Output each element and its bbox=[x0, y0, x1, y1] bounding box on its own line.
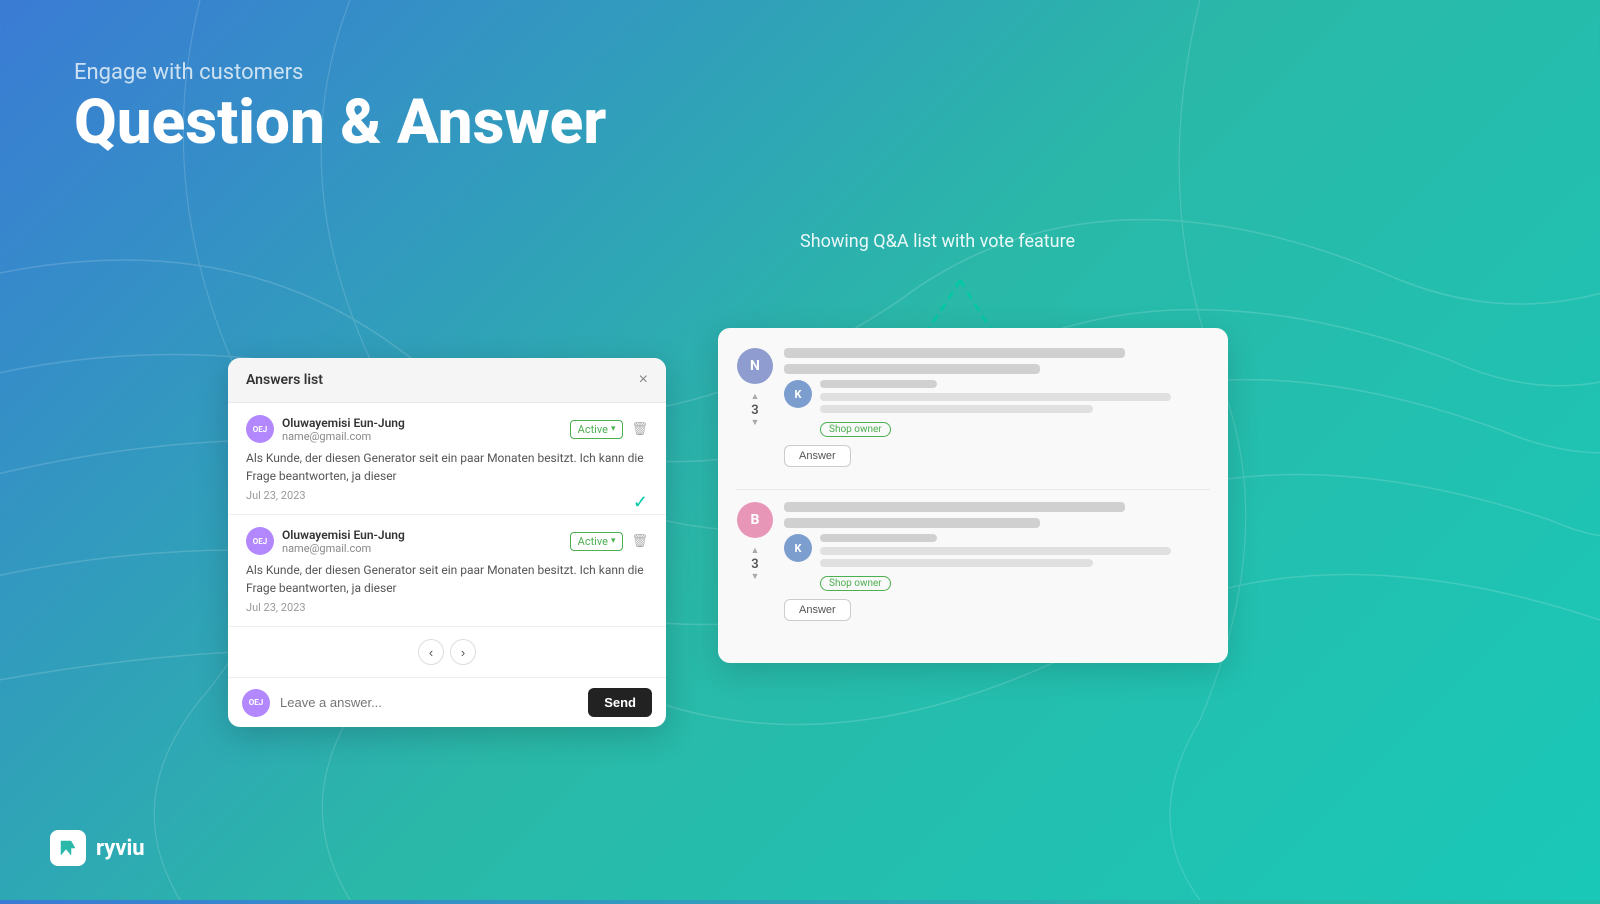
qa-answer-content: Shop owner bbox=[820, 380, 1210, 437]
answer-actions: Active ▾ 🗑 bbox=[570, 420, 648, 439]
engage-label: Engage with customers bbox=[74, 60, 606, 85]
qa-answer-row: K Shop owner bbox=[784, 380, 1210, 437]
prev-page-button[interactable]: ‹ bbox=[418, 639, 444, 665]
answer-text: Als Kunde, der diesen Generator seit ein… bbox=[246, 449, 648, 485]
answer-avatar: K bbox=[784, 380, 812, 408]
vote-down-icon[interactable]: ▼ bbox=[751, 418, 760, 429]
compose-avatar: OEJ bbox=[242, 689, 270, 717]
answer-date: Jul 23, 2023 bbox=[246, 489, 648, 502]
vote-up-icon[interactable]: ▲ bbox=[751, 392, 760, 403]
user-email: name@gmail.com bbox=[282, 430, 405, 443]
header-section: Engage with customers Question & Answer bbox=[74, 60, 606, 157]
answer-actions: Active ▾ 🗑 bbox=[570, 532, 648, 551]
status-badge[interactable]: Active ▾ bbox=[570, 532, 624, 551]
answer-user-info: OEJ Oluwayemisi Eun-Jung name@gmail.com bbox=[246, 415, 405, 443]
user-name: Oluwayemisi Eun-Jung bbox=[282, 416, 405, 430]
answer-date: Jul 23, 2023 bbox=[246, 601, 648, 614]
next-page-button[interactable]: › bbox=[450, 639, 476, 665]
vote-section: ▲ 3 ▼ bbox=[751, 546, 760, 583]
answers-modal: Answers list × OEJ Oluwayemisi Eun-Jung … bbox=[228, 358, 666, 727]
main-title: Question & Answer bbox=[74, 89, 606, 157]
avatar: B bbox=[737, 502, 773, 538]
user-name: Oluwayemisi Eun-Jung bbox=[282, 528, 405, 542]
avatar: OEJ bbox=[246, 415, 274, 443]
vote-down-icon[interactable]: ▼ bbox=[751, 572, 760, 583]
question-line bbox=[784, 518, 1040, 528]
compose-row: OEJ Send bbox=[228, 677, 666, 727]
shop-owner-badge: Shop owner bbox=[820, 576, 891, 591]
qa-content: K Shop owner Answer bbox=[784, 502, 1210, 621]
vote-count: 3 bbox=[751, 557, 758, 573]
answer-text: Als Kunde, der diesen Generator seit ein… bbox=[246, 561, 648, 597]
answer-item-header: OEJ Oluwayemisi Eun-Jung name@gmail.com … bbox=[246, 527, 648, 555]
question-line bbox=[784, 364, 1040, 374]
vote-up-icon[interactable]: ▲ bbox=[751, 546, 760, 557]
qa-content: K Shop owner Answer bbox=[784, 348, 1210, 467]
pagination: ‹ › bbox=[228, 627, 666, 677]
checkmark-icon: ✓ bbox=[633, 492, 648, 513]
answers-modal-header: Answers list × bbox=[228, 358, 666, 403]
answer-user-info: OEJ Oluwayemisi Eun-Jung name@gmail.com bbox=[246, 527, 405, 555]
answer-item: OEJ Oluwayemisi Eun-Jung name@gmail.com … bbox=[228, 515, 666, 627]
question-line bbox=[784, 348, 1125, 358]
logo-text: ryviu bbox=[96, 836, 145, 861]
qa-item: B ▲ 3 ▼ K Shop owner Answer bbox=[736, 502, 1210, 621]
answer-item-header: OEJ Oluwayemisi Eun-Jung name@gmail.com … bbox=[246, 415, 648, 443]
answers-modal-title: Answers list bbox=[246, 372, 323, 388]
answer-name-line bbox=[820, 380, 937, 388]
qa-item-left: N ▲ 3 ▼ bbox=[736, 348, 774, 467]
delete-icon[interactable]: 🗑 bbox=[631, 534, 648, 549]
avatar: OEJ bbox=[246, 527, 274, 555]
qa-panel: N ▲ 3 ▼ K Shop owner Answer bbox=[718, 328, 1228, 663]
annotation-text: Showing Q&A list with vote feature bbox=[800, 228, 1075, 255]
vote-section: ▲ 3 ▼ bbox=[751, 392, 760, 429]
qa-item: N ▲ 3 ▼ K Shop owner Answer bbox=[736, 348, 1210, 467]
answer-text-line bbox=[820, 547, 1171, 555]
answer-name-line bbox=[820, 534, 937, 542]
answer-avatar: K bbox=[784, 534, 812, 562]
logo-section: ryviu bbox=[50, 830, 145, 866]
answer-text-line bbox=[820, 559, 1093, 567]
logo-icon bbox=[50, 830, 86, 866]
qa-item-left: B ▲ 3 ▼ bbox=[736, 502, 774, 621]
user-email: name@gmail.com bbox=[282, 542, 405, 555]
answer-item: OEJ Oluwayemisi Eun-Jung name@gmail.com … bbox=[228, 403, 666, 515]
compose-input[interactable] bbox=[280, 695, 578, 710]
answer-text-line bbox=[820, 393, 1171, 401]
chevron-down-icon: ▾ bbox=[611, 424, 616, 434]
qa-divider bbox=[736, 489, 1210, 490]
answer-button[interactable]: Answer bbox=[784, 599, 851, 621]
close-button[interactable]: × bbox=[639, 372, 648, 388]
chevron-down-icon: ▾ bbox=[611, 536, 616, 546]
delete-icon[interactable]: 🗑 bbox=[631, 422, 648, 437]
answer-button[interactable]: Answer bbox=[784, 445, 851, 467]
question-line bbox=[784, 502, 1125, 512]
status-badge[interactable]: Active ▾ bbox=[570, 420, 624, 439]
shop-owner-badge: Shop owner bbox=[820, 422, 891, 437]
avatar: N bbox=[737, 348, 773, 384]
vote-count: 3 bbox=[751, 403, 758, 419]
qa-answer-content: Shop owner bbox=[820, 534, 1210, 591]
answer-text-line bbox=[820, 405, 1093, 413]
send-button[interactable]: Send bbox=[588, 688, 652, 717]
qa-answer-row: K Shop owner bbox=[784, 534, 1210, 591]
